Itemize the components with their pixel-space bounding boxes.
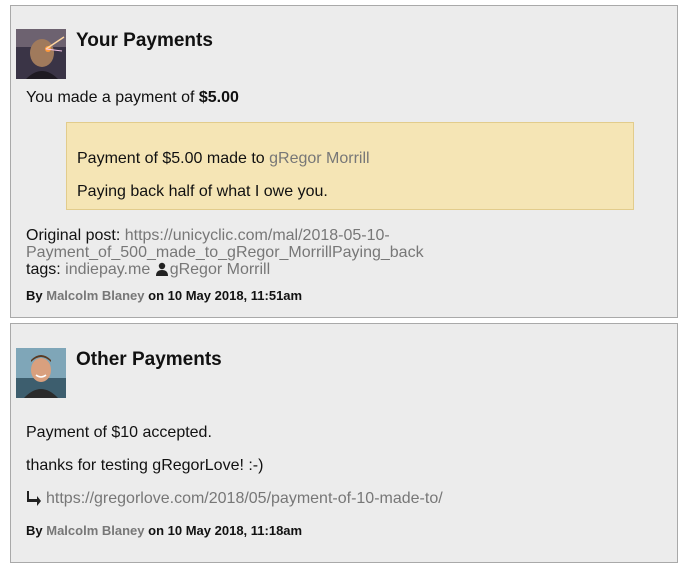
payment-summary: Payment of $10 accepted. — [26, 424, 212, 441]
payment-quote: Payment of $5.00 made to gRegor Morrill … — [66, 122, 634, 210]
avatar[interactable] — [16, 29, 66, 79]
person-tag-link[interactable]: gRegor Morrill — [170, 261, 270, 278]
recipient-link[interactable]: gRegor Morrill — [269, 150, 369, 167]
byline: By Malcolm Blaney on 10 May 2018, 11:51a… — [26, 288, 303, 303]
payment-card-other-payments: Other Payments Payment of $10 accepted. … — [10, 323, 678, 563]
author-link[interactable]: Malcolm Blaney — [46, 288, 144, 303]
byline: By Malcolm Blaney on 10 May 2018, 11:18a… — [26, 523, 303, 538]
payment-note: thanks for testing gRegorLove! :-) — [26, 457, 264, 474]
person-icon — [155, 262, 169, 276]
permalink[interactable]: 10 May 2018, 11:18am — [168, 523, 302, 538]
author-link[interactable]: Malcolm Blaney — [46, 523, 144, 538]
payment-note: Paying back half of what I owe you. — [77, 183, 328, 200]
reply-to-link[interactable]: https://gregorlove.com/2018/05/payment-o… — [46, 490, 443, 507]
section-title: Your Payments — [76, 30, 213, 51]
section-title: Other Payments — [76, 349, 222, 370]
payment-summary: You made a payment of $5.00 — [26, 89, 239, 106]
permalink[interactable]: 10 May 2018, 11:51am — [168, 288, 302, 303]
avatar[interactable] — [16, 348, 66, 398]
original-post-link[interactable]: https://unicyclic.com/mal/2018-05-10- — [125, 227, 390, 244]
payment-amount: $5.00 — [198, 89, 239, 106]
original-post-link-cont[interactable]: Payment_of_500_made_to_gRegor_MorrillPay… — [26, 244, 424, 261]
payment-card-your-payments: Your Payments You made a payment of $5.0… — [10, 5, 678, 318]
reply-icon — [26, 490, 42, 506]
original-post-label: Original post: — [26, 227, 121, 244]
tags: tags: indiepay.me gRegor Morrill — [26, 261, 271, 278]
tag-link[interactable]: indiepay.me — [65, 261, 150, 278]
